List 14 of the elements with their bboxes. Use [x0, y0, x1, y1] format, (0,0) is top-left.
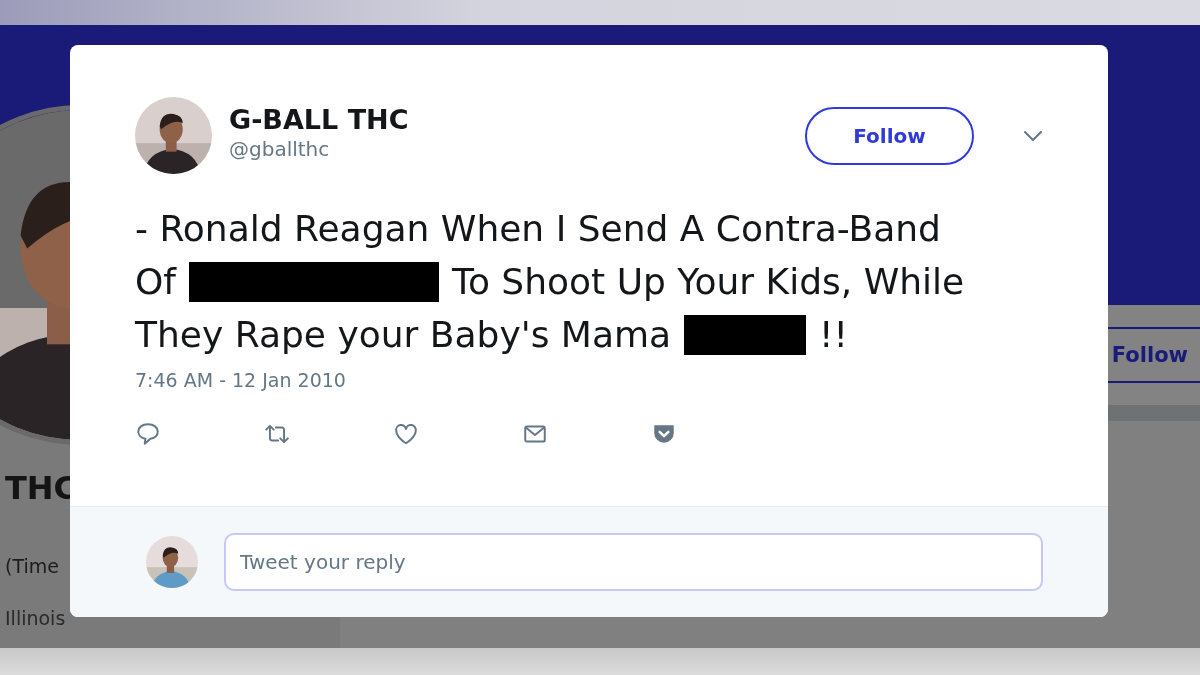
profile-bio: (Time — [5, 555, 59, 577]
user-handle[interactable]: @gballthc — [229, 137, 788, 161]
display-name[interactable]: G-BALL THC — [229, 104, 788, 135]
reply-field[interactable]: Tweet your reply — [224, 533, 1043, 591]
tweet-text: Of — [135, 261, 176, 302]
tweet-text: To Shoot Up Your Kids, While — [452, 261, 965, 302]
tweet-text: - Ronald Reagan When I Send A Contra-Band — [135, 208, 941, 249]
tweet-text: They Rape your Baby's Mama — [135, 314, 672, 355]
tweet-text: !! — [819, 314, 848, 355]
tweet-timestamp[interactable]: 7:46 AM - 12 Jan 2010 — [135, 369, 1043, 391]
heart-icon[interactable] — [393, 421, 419, 447]
reply-icon[interactable] — [135, 421, 161, 447]
profile-location: Illinois — [5, 607, 66, 629]
follow-button[interactable]: Follow — [805, 106, 974, 165]
